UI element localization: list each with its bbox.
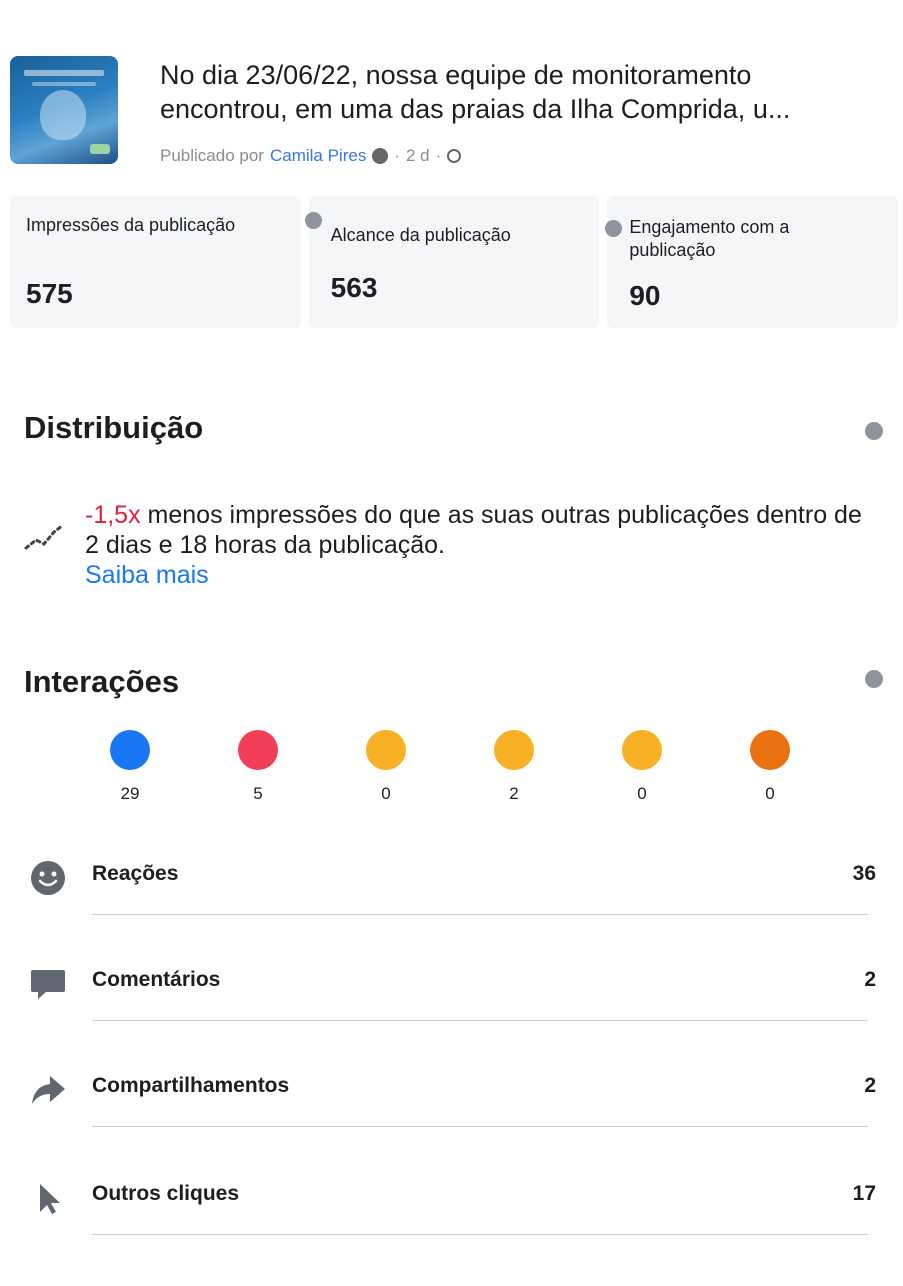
trend-icon [24, 524, 64, 550]
share-icon [32, 1076, 65, 1104]
reaction-count: 0 [637, 784, 647, 803]
reaction-wow: 2 [474, 730, 554, 804]
info-icon[interactable] [865, 422, 883, 440]
comment-icon [31, 970, 65, 999]
reaction-count: 5 [253, 784, 263, 803]
thumbnail-decoration [90, 144, 110, 154]
stat-label: Reações [92, 862, 179, 885]
stat-value: 36 [852, 862, 876, 885]
meta-separator: · [435, 146, 442, 165]
stat-row-comments[interactable]: Comentários 2 [24, 966, 880, 1072]
stat-row-other-clicks[interactable]: Outros cliques 17 [24, 1180, 880, 1286]
wow-icon [494, 730, 534, 770]
reaction-count: 0 [765, 784, 775, 803]
distribution-text: -1,5x menos impressões do que as suas ou… [85, 500, 875, 590]
divider [92, 1234, 868, 1235]
thumbnail-decoration [40, 90, 86, 140]
reaction-angry: 0 [730, 730, 810, 804]
stat-row-reactions[interactable]: Reações 36 [24, 860, 880, 966]
reaction-count: 2 [509, 784, 519, 803]
metric-value: 90 [629, 280, 661, 311]
haha-icon [366, 730, 406, 770]
distribution-multiplier: -1,5x [85, 501, 141, 529]
meta-separator: · [394, 146, 400, 165]
globe-icon [447, 149, 462, 163]
like-icon [110, 730, 150, 770]
thumbnail-decoration [24, 70, 104, 76]
distribution-description: menos impressões do que as suas outras p… [85, 501, 862, 559]
divider [92, 1020, 868, 1021]
post-title[interactable]: No dia 23/06/22, nossa equipe de monitor… [160, 58, 885, 126]
divider [92, 914, 868, 915]
metric-reach: Alcance da publicação 563 [304, 196, 600, 328]
stat-value: 17 [852, 1182, 876, 1205]
metric-label: Impressões da publicação [26, 215, 236, 235]
info-icon[interactable] [865, 670, 883, 688]
metric-value: 563 [330, 272, 378, 303]
info-icon[interactable] [605, 220, 623, 237]
thumbnail-decoration [32, 82, 96, 86]
author-link[interactable]: Camila Pires [270, 146, 366, 166]
reactions-breakdown: 29 5 0 2 0 0 [90, 730, 850, 820]
metric-label: Alcance da publicação [330, 225, 511, 245]
stat-row-shares[interactable]: Compartilhamentos 2 [24, 1072, 880, 1178]
post-age: 2 d [406, 146, 430, 165]
post-meta: Publicado por Camila Pires · 2 d · [160, 146, 462, 166]
love-icon [238, 730, 278, 770]
stat-value: 2 [864, 1074, 876, 1097]
angry-icon [750, 730, 790, 770]
smiley-icon [31, 861, 65, 895]
verified-icon [372, 148, 389, 164]
post-header[interactable]: No dia 23/06/22, nossa equipe de monitor… [10, 56, 890, 176]
reaction-like: 29 [90, 730, 170, 804]
reaction-count: 0 [381, 784, 391, 803]
cursor-icon [40, 1184, 60, 1214]
metrics-summary: Impressões da publicação 575 Alcance da … [10, 196, 899, 328]
section-title-interactions: Interações [24, 664, 180, 699]
reaction-love: 5 [218, 730, 298, 804]
reaction-sad: 0 [602, 730, 682, 804]
info-icon[interactable] [304, 212, 322, 229]
learn-more-link[interactable]: Saiba mais [85, 560, 875, 590]
reaction-count: 29 [120, 784, 140, 803]
reaction-haha: 0 [346, 730, 426, 804]
metric-value: 575 [26, 278, 73, 309]
metric-impressions: Impressões da publicação 575 [10, 196, 301, 328]
stat-label: Comentários [92, 968, 221, 991]
post-thumbnail[interactable] [10, 56, 118, 164]
divider [92, 1126, 868, 1127]
metric-engagement: Engajamento com a publicação 90 [605, 196, 899, 328]
metric-label: Engajamento com a publicação [629, 217, 790, 260]
meta-prefix: Publicado por [160, 146, 264, 165]
sad-icon [622, 730, 662, 770]
section-title-distribution: Distribuição [24, 410, 204, 445]
stat-label: Compartilhamentos [92, 1074, 290, 1097]
stat-label: Outros cliques [92, 1182, 240, 1205]
stat-value: 2 [864, 968, 876, 991]
